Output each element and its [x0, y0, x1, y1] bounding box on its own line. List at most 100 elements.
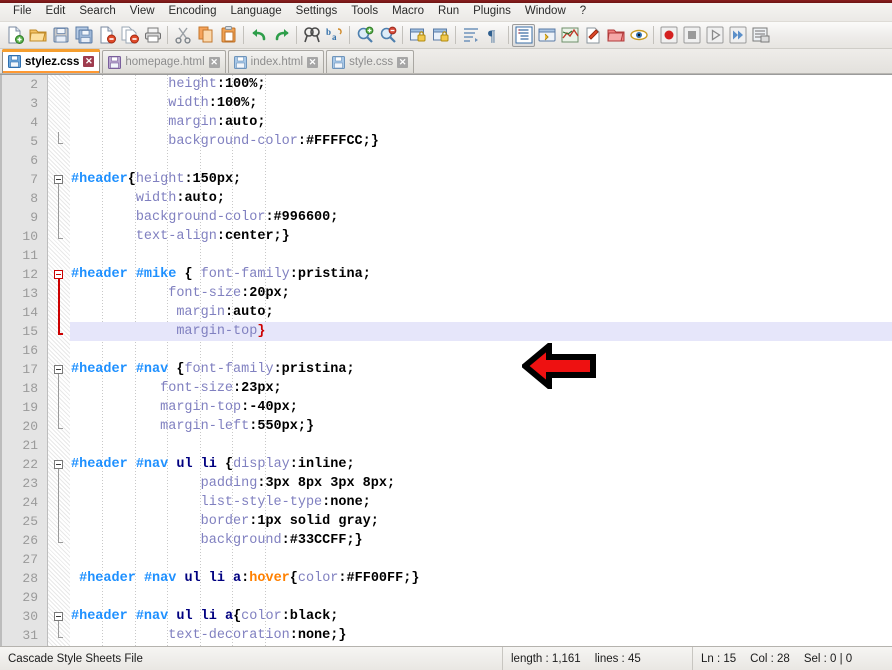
code-line[interactable]: font-size:20px;	[70, 284, 892, 303]
document-map-icon[interactable]	[558, 24, 581, 47]
tab-close-icon[interactable]: ✕	[397, 57, 408, 68]
code-line[interactable]	[70, 341, 892, 360]
tab-close-icon[interactable]: ✕	[209, 57, 220, 68]
code-line[interactable]: text-align:center;}	[70, 227, 892, 246]
close-all-icon[interactable]	[118, 24, 141, 47]
menu-item-window[interactable]: Window	[518, 3, 573, 21]
save-macro-icon[interactable]	[749, 24, 772, 47]
fold-collapse-box[interactable]	[54, 270, 63, 279]
tab-close-icon[interactable]: ✕	[83, 56, 94, 67]
run-macro-multiple-icon[interactable]	[726, 24, 749, 47]
cut-icon[interactable]	[171, 24, 194, 47]
code-line[interactable]: #header #mike { font-family:pristina;	[70, 265, 892, 284]
code-line[interactable]	[70, 588, 892, 607]
document-tab-index-html[interactable]: index.html✕	[228, 50, 324, 73]
user-defined-language-icon[interactable]	[535, 24, 558, 47]
menu-item-view[interactable]: View	[123, 3, 162, 21]
code-text-area[interactable]: height:100%; width:100%; margin:auto; ba…	[70, 75, 892, 646]
code-line[interactable]: #header #nav ul li a:hover{color:#FF00FF…	[70, 569, 892, 588]
code-token-val: #996600;	[274, 210, 339, 225]
code-line[interactable]: #header #nav ul li {display:inline;	[70, 455, 892, 474]
fold-collapse-box[interactable]	[54, 175, 63, 184]
code-line[interactable]: background-color:#FFFFCC;}	[70, 132, 892, 151]
stop-recording-icon[interactable]	[680, 24, 703, 47]
code-line[interactable]: #header #nav {font-family:pristina;	[70, 360, 892, 379]
code-line[interactable]: list-style-type:none;	[70, 493, 892, 512]
menu-item-macro[interactable]: Macro	[385, 3, 431, 21]
show-all-characters-icon[interactable]: ¶	[482, 24, 505, 47]
paste-icon[interactable]	[217, 24, 240, 47]
folder-as-workspace-icon[interactable]	[604, 24, 627, 47]
function-list-icon[interactable]	[581, 24, 604, 47]
fold-collapse-box[interactable]	[54, 365, 63, 374]
code-line[interactable]: margin:auto;	[70, 303, 892, 322]
code-line[interactable]	[70, 550, 892, 569]
code-line[interactable]: width:auto;	[70, 189, 892, 208]
tab-close-icon[interactable]: ✕	[307, 57, 318, 68]
menu-item-encoding[interactable]: Encoding	[162, 3, 224, 21]
replace-icon[interactable]: ba	[323, 24, 346, 47]
code-line[interactable]	[70, 246, 892, 265]
document-tab-homepage-html[interactable]: homepage.html✕	[102, 50, 225, 73]
indent-guide-icon[interactable]	[512, 24, 535, 47]
code-token-punc: :	[338, 571, 346, 586]
zoom-in-icon[interactable]	[353, 24, 376, 47]
save-icon[interactable]	[49, 24, 72, 47]
fold-collapse-box[interactable]	[54, 612, 63, 621]
record-macro-icon[interactable]	[657, 24, 680, 47]
open-file-icon[interactable]	[26, 24, 49, 47]
code-line[interactable]	[70, 436, 892, 455]
fold-collapse-box[interactable]	[54, 460, 63, 469]
monitoring-icon[interactable]	[627, 24, 650, 47]
code-line[interactable]: background:#33CCFF;}	[70, 531, 892, 550]
code-token-prop: color	[298, 571, 339, 586]
new-file-icon[interactable]	[3, 24, 26, 47]
code-line[interactable]: background-color:#996600;	[70, 208, 892, 227]
code-line[interactable]: margin-top}	[70, 322, 892, 341]
menu-item-edit[interactable]: Edit	[39, 3, 73, 21]
code-folding-margin[interactable]	[48, 75, 70, 646]
find-icon[interactable]	[300, 24, 323, 47]
sync-horizontal-scroll-icon[interactable]	[429, 24, 452, 47]
close-file-icon[interactable]	[95, 24, 118, 47]
code-line[interactable]: margin-left:550px;}	[70, 417, 892, 436]
toolbar-separator	[653, 26, 654, 44]
word-wrap-icon[interactable]	[459, 24, 482, 47]
menu-item-[interactable]: ?	[573, 3, 593, 21]
menu-item-run[interactable]: Run	[431, 3, 466, 21]
menu-item-tools[interactable]: Tools	[344, 3, 385, 21]
editor-area[interactable]: 2345678910111213141516171819202122232425…	[0, 74, 892, 646]
code-line[interactable]	[70, 151, 892, 170]
code-line[interactable]: width:100%;	[70, 94, 892, 113]
save-all-icon[interactable]	[72, 24, 95, 47]
undo-icon[interactable]	[247, 24, 270, 47]
code-line[interactable]: text-decoration:none;}	[70, 626, 892, 645]
code-line[interactable]: height:100%;	[70, 75, 892, 94]
copy-icon[interactable]	[194, 24, 217, 47]
menu-item-language[interactable]: Language	[223, 3, 288, 21]
code-token-plain	[71, 476, 201, 491]
code-line[interactable]: border:1px solid gray;	[70, 512, 892, 531]
code-line[interactable]: font-size:23px;	[70, 379, 892, 398]
code-token-pseudo: hover	[249, 571, 290, 586]
code-token-plain	[136, 571, 144, 586]
code-line[interactable]: padding:3px 8px 3px 8px;	[70, 474, 892, 493]
redo-icon[interactable]	[270, 24, 293, 47]
document-tab-stylez-css[interactable]: stylez.css✕	[2, 49, 100, 73]
play-macro-icon[interactable]	[703, 24, 726, 47]
sync-vertical-scroll-icon[interactable]	[406, 24, 429, 47]
code-line[interactable]: #header{height:150px;	[70, 170, 892, 189]
code-line[interactable]: #header #nav ul li a{color:black;	[70, 607, 892, 626]
zoom-out-icon[interactable]	[376, 24, 399, 47]
document-tab-style-css[interactable]: style.css✕	[326, 50, 414, 73]
print-icon[interactable]	[141, 24, 164, 47]
code-token-plain	[71, 96, 168, 111]
menu-item-settings[interactable]: Settings	[289, 3, 345, 21]
line-number: 9	[0, 208, 47, 227]
status-bar: Cascade Style Sheets File length : 1,161…	[0, 646, 892, 670]
menu-item-file[interactable]: File	[6, 3, 39, 21]
menu-item-plugins[interactable]: Plugins	[466, 3, 518, 21]
code-line[interactable]: margin-top:-40px;	[70, 398, 892, 417]
menu-item-search[interactable]: Search	[72, 3, 122, 21]
code-line[interactable]: margin:auto;	[70, 113, 892, 132]
